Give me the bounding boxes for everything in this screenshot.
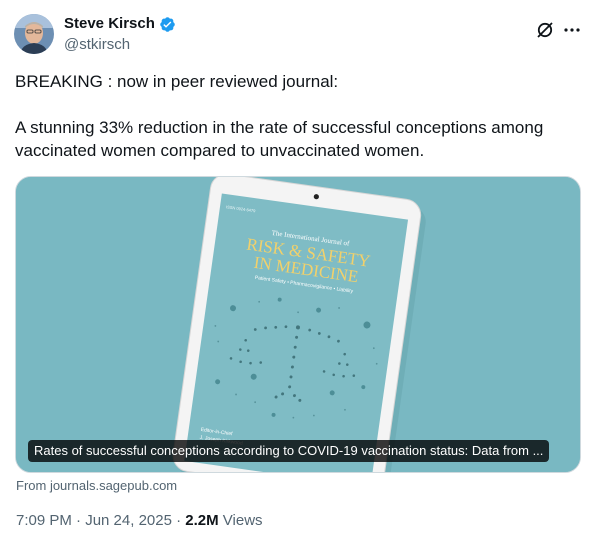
journal-cover-image: ISSN 0924-6479 The International Journal… — [16, 177, 580, 472]
post-line-2: A stunning 33% reduction in the rate of … — [15, 118, 544, 160]
post-meta: 7:09 PM · Jun 24, 2025 · 2.2M Views — [16, 512, 263, 530]
author-name[interactable]: Steve Kirsch — [64, 15, 176, 33]
avatar[interactable] — [14, 14, 54, 54]
link-card[interactable]: ISSN 0924-6479 The International Journal… — [15, 176, 581, 473]
link-card-title[interactable]: Rates of successful conceptions accordin… — [28, 440, 550, 462]
author-name-text[interactable]: Steve Kirsch — [64, 15, 155, 33]
post-line-1: BREAKING : now in peer reviewed journal: — [15, 72, 339, 91]
author-handle[interactable]: @stkirsch — [64, 36, 130, 54]
link-card-source[interactable]: From journals.sagepub.com — [16, 478, 177, 493]
post-text: BREAKING : now in peer reviewed journal:… — [15, 70, 585, 162]
more-icon[interactable] — [562, 20, 582, 40]
post-timestamp[interactable]: 7:09 PM · Jun 24, 2025 · — [16, 512, 185, 529]
views-label: Views — [218, 512, 263, 529]
verified-badge-icon — [159, 16, 176, 33]
grok-icon[interactable] — [535, 20, 555, 40]
views-count: 2.2M — [185, 512, 219, 529]
